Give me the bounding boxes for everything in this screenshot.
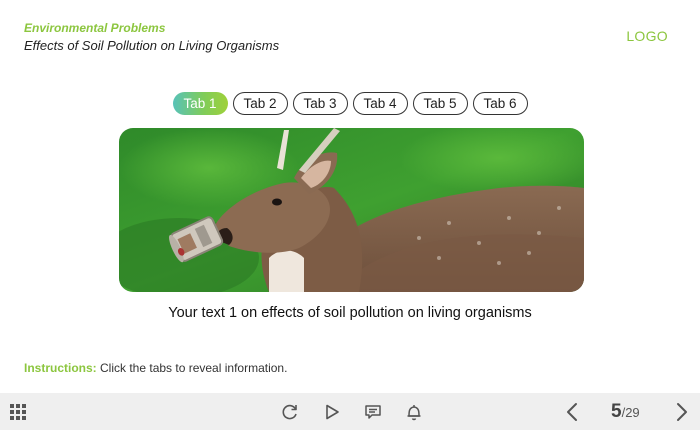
course-title: Environmental Problems [24,21,166,35]
chevron-right-icon[interactable] [671,401,691,423]
replay-icon[interactable] [280,402,300,422]
current-slide-number: 5 [611,401,622,422]
total-slides: /29 [621,405,640,420]
captions-icon[interactable] [363,402,383,422]
slide-title: Effects of Soil Pollution on Living Orga… [24,38,280,53]
instructions-text: Click the tabs to reveal information. [96,361,288,375]
header: Environmental Problems Effects of Soil P… [24,21,279,54]
instructions: Instructions: Click the tabs to reveal i… [24,361,287,375]
slide-counter: 5/29 [611,401,640,423]
chevron-left-icon[interactable] [563,401,583,423]
tab-5[interactable]: Tab 5 [412,92,468,115]
tab-2[interactable]: Tab 2 [232,92,288,115]
play-icon[interactable] [322,402,342,422]
tab-content-caption: Your text 1 on effects of soil pollution… [168,305,532,321]
instructions-label: Instructions: [24,361,97,375]
tab-6[interactable]: Tab 6 [472,92,528,115]
tab-bar: Tab 1 Tab 2 Tab 3 Tab 4 Tab 5 Tab 6 [0,92,700,115]
tab-1[interactable]: Tab 1 [172,92,228,115]
bell-icon[interactable] [404,402,424,422]
tab-3[interactable]: Tab 3 [292,92,348,115]
logo: LOGO [626,28,668,44]
menu-grid-icon[interactable] [9,403,27,421]
deer-with-can-photo [119,128,584,292]
tab-4[interactable]: Tab 4 [352,92,408,115]
player-toolbar: 5/29 [0,393,700,430]
